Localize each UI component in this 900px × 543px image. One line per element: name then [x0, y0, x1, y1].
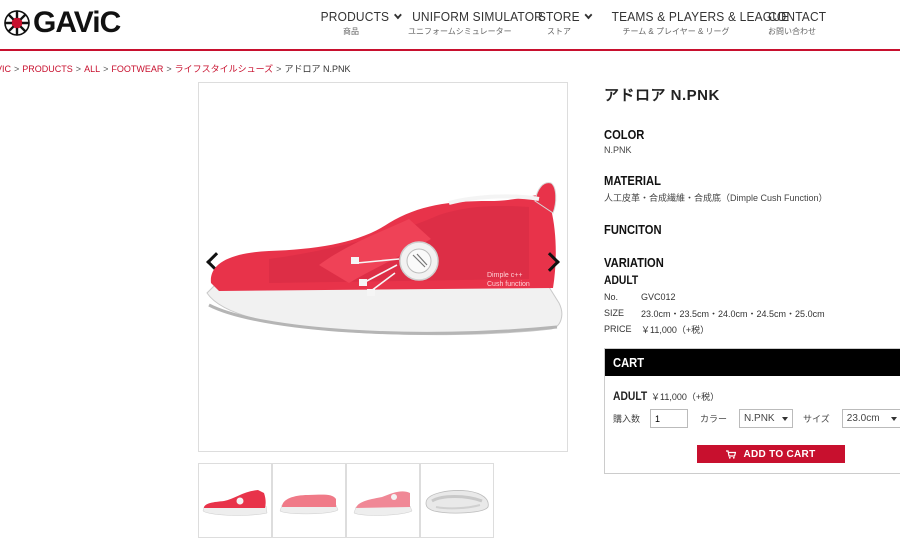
dropdown-arrow-icon [782, 416, 789, 421]
site-header: GAViC PRODUCTS 商品 UNIFORM SIMULATOR ユニフォ… [0, 0, 900, 51]
nav-uniform-simulator[interactable]: UNIFORM SIMULATOR ユニフォームシミュレーター [408, 9, 544, 37]
cart-adult-line: ADULT ￥11,000（+税） [613, 389, 719, 403]
nav-contact[interactable]: CONTACT お問い合わせ [766, 9, 827, 37]
cart-header: CART [605, 349, 900, 376]
cart-box: CART ADULT ￥11,000（+税） 購入数 カラー N.PNK サイズ… [604, 348, 900, 474]
color-select-label: カラー [700, 414, 728, 424]
main-nav: PRODUCTS 商品 UNIFORM SIMULATOR ユニフォームシミュレ… [0, 9, 900, 45]
nav-store[interactable]: STORE ストア [536, 9, 592, 37]
cart-adult-label: ADULT [613, 389, 648, 403]
spec-table: No. GVC012 SIZE 23.0cm・23.5cm・24.0cm・24.5c… [604, 289, 900, 337]
shoe-image: Dimple c++ Cush function [206, 182, 563, 336]
nav-contact-label: CONTACT [768, 9, 827, 24]
breadcrumb-footwear[interactable]: FOOTWEAR [111, 64, 163, 74]
material-heading: MATERIAL [604, 173, 661, 188]
nav-products-label: PRODUCTS [320, 9, 390, 24]
function-heading: FUNCITON [604, 222, 662, 237]
nav-teams-sub: チーム & プレイヤー & リーグ [622, 27, 730, 36]
thumbnail-4[interactable] [420, 463, 494, 538]
color-value: N.PNK [604, 145, 632, 155]
thumbnail-2[interactable] [272, 463, 346, 538]
size-select-label: サイズ [803, 414, 830, 424]
nav-uniform-label: UNIFORM SIMULATOR [412, 9, 544, 24]
breadcrumb: VIC>PRODUCTS>ALL>FOOTWEAR>ライフスタイルシューズ>アド… [0, 62, 350, 75]
breadcrumb-products[interactable]: PRODUCTS [22, 64, 73, 74]
spec-row-no: No. GVC012 [604, 292, 676, 302]
shoe-sole-thumb [425, 489, 489, 513]
nav-teams[interactable]: TEAMS & PLAYERS & LEAGUE チーム & プレイヤー & リ… [606, 9, 790, 37]
cart-form: 購入数 カラー N.PNK サイズ 23.0cm [613, 409, 900, 428]
shoe-print-line2: Cush function [487, 281, 530, 288]
cart-price: ￥11,000（+税） [651, 392, 720, 402]
adult-heading: ADULT [604, 273, 639, 287]
nav-products[interactable]: PRODUCTS 商品 [318, 9, 402, 37]
size-select[interactable]: 23.0cm [841, 409, 900, 428]
shoe-side-thumb [202, 489, 268, 516]
qty-label: 購入数 [613, 414, 641, 424]
spec-row-size: SIZE 23.0cm・23.5cm・24.0cm・24.5cm・25.0cm [604, 308, 825, 319]
product-info: アドロア N.PNK COLOR N.PNK MATERIAL 人工皮革・合成繊… [604, 84, 900, 337]
nav-store-sub: ストア [547, 27, 571, 36]
breadcrumb-all[interactable]: ALL [84, 64, 100, 74]
dropdown-arrow-icon [890, 416, 897, 421]
chevron-down-icon [393, 10, 402, 20]
breadcrumb-home[interactable]: VIC [0, 64, 11, 74]
shoe-front-thumb [279, 494, 339, 514]
variation-heading: VARIATION [604, 255, 664, 270]
breadcrumb-lifestyle[interactable]: ライフスタイルシューズ [175, 64, 274, 74]
color-select[interactable]: N.PNK [739, 409, 794, 428]
product-title: アドロア N.PNK [604, 87, 720, 104]
thumbnail-1[interactable] [198, 463, 272, 538]
product-main-image: Dimple c++ Cush function [198, 82, 568, 452]
material-value: 人工皮革・合成繊維・合成底（Dimple Cush Function） [604, 193, 828, 203]
cart-icon [726, 449, 737, 459]
nav-teams-label: TEAMS & PLAYERS & LEAGUE [611, 9, 790, 24]
nav-store-label: STORE [537, 9, 580, 24]
nav-contact-sub: お問い合わせ [768, 27, 816, 36]
add-to-cart-button[interactable]: ADD TO CART [697, 445, 845, 463]
breadcrumb-current: アドロア N.PNK [284, 64, 351, 74]
color-heading: COLOR [604, 127, 645, 142]
quantity-input[interactable] [650, 409, 689, 428]
chevron-down-icon [584, 10, 592, 20]
nav-products-sub: 商品 [343, 27, 359, 36]
shoe-angle-thumb [353, 490, 413, 516]
spec-row-price: PRICE ￥11,000（+税） [604, 324, 710, 335]
thumbnail-3[interactable] [346, 463, 420, 538]
shoe-print-line1: Dimple c++ [487, 272, 522, 279]
nav-uniform-sub: ユニフォームシミュレーター [408, 27, 512, 36]
thumbnail-strip [198, 463, 494, 538]
